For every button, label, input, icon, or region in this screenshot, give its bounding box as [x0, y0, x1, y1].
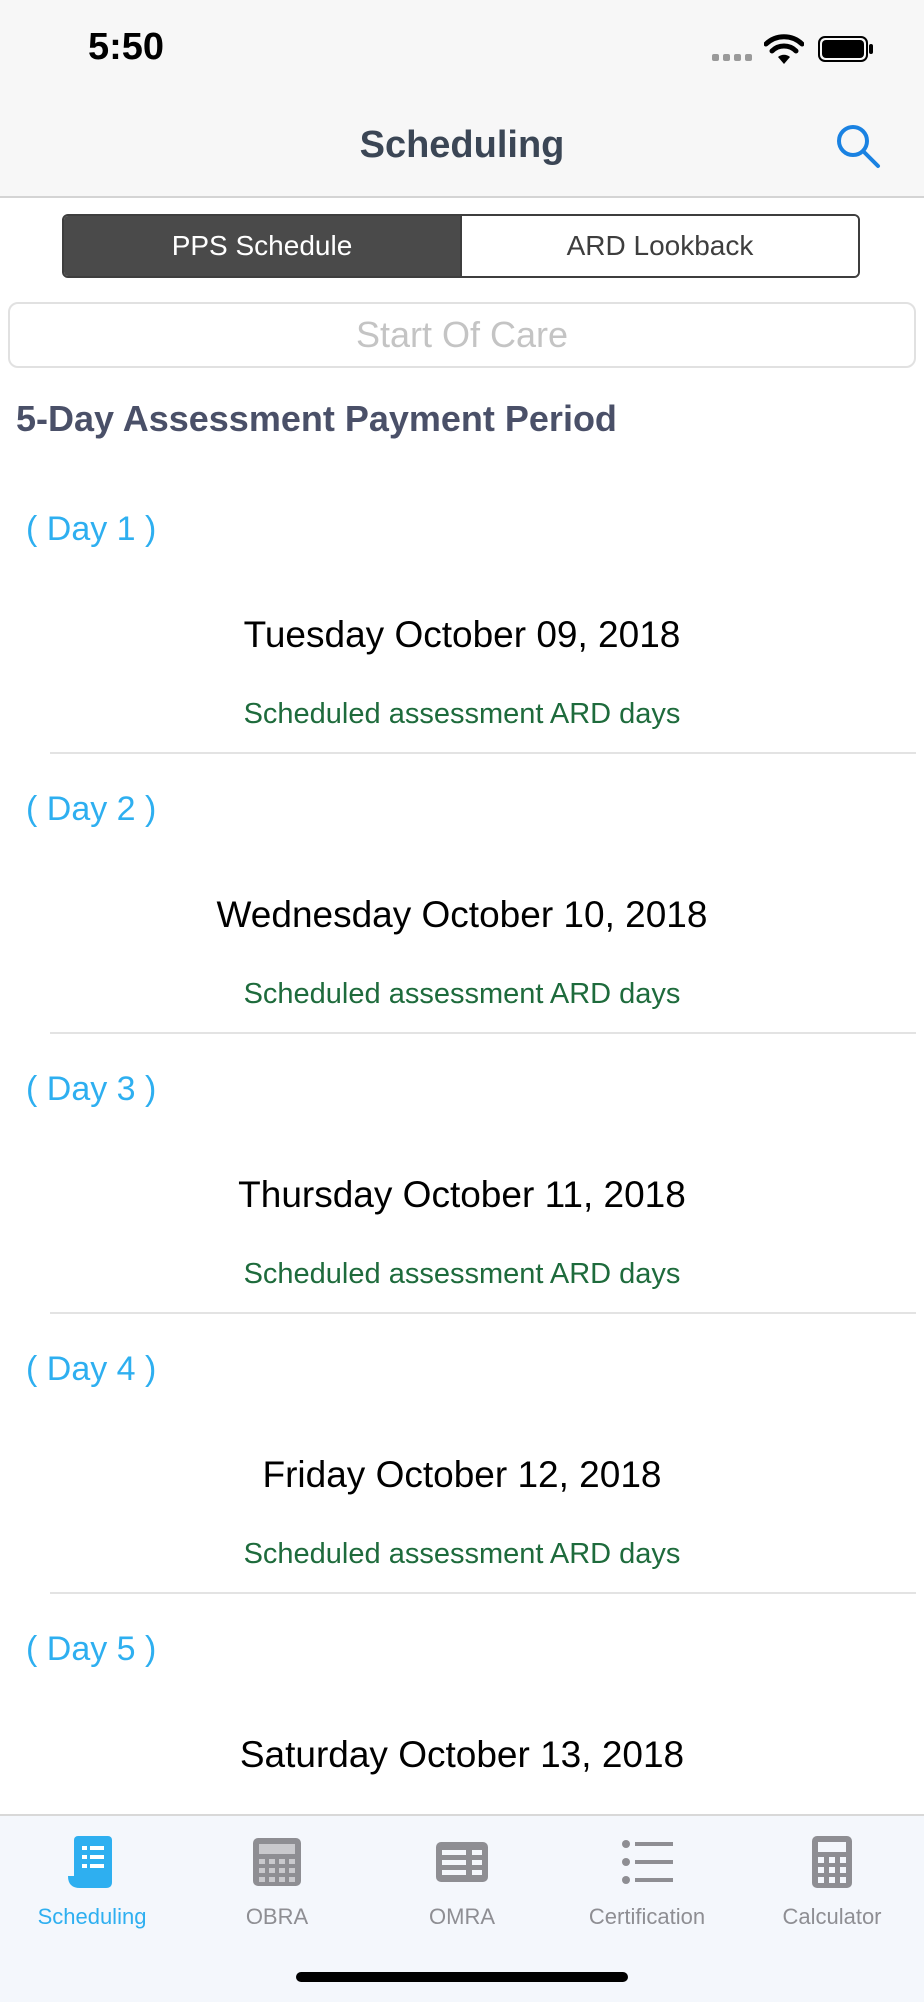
day-note: Scheduled assessment ARD days: [243, 978, 681, 1010]
schedule-segmented-control: PPS Schedule ARD Lookback: [62, 214, 860, 278]
day-date: Friday October 12, 2018: [262, 1454, 662, 1495]
battery-icon: [818, 36, 873, 62]
section-title: 5-Day Assessment Payment Period: [16, 398, 617, 439]
day-note: Scheduled assessment ARD days: [243, 1538, 681, 1570]
day-note: Scheduled assessment ARD days: [243, 1258, 681, 1290]
status-time: 5:50: [88, 26, 165, 68]
segment-pps-schedule[interactable]: PPS Schedule: [64, 216, 460, 276]
calculator-icon: [812, 1836, 852, 1888]
list-item[interactable]: ( Day 1 ) Tuesday October 09, 2018 Sched…: [0, 474, 924, 754]
list-item[interactable]: ( Day 2 ) Wednesday October 10, 2018 Sch…: [0, 754, 924, 1034]
segment-ard-lookback[interactable]: ARD Lookback: [460, 216, 858, 276]
tab-label: Scheduling: [37, 1904, 147, 1929]
list-icon: [622, 1840, 673, 1884]
day-label: ( Day 3 ): [26, 1070, 157, 1108]
list-item[interactable]: ( Day 4 ) Friday October 12, 2018 Schedu…: [0, 1314, 924, 1594]
search-icon[interactable]: [834, 122, 882, 170]
home-indicator: [296, 1972, 628, 1982]
tab-label: OMRA: [429, 1904, 495, 1929]
tab-label: Calculator: [782, 1904, 882, 1929]
wifi-icon: [764, 34, 804, 64]
day-label: ( Day 5 ): [26, 1630, 157, 1668]
nav-bar: Scheduling: [0, 100, 924, 198]
tab-label: OBRA: [245, 1904, 309, 1929]
day-note: Scheduled assessment ARD days: [243, 698, 681, 730]
cellular-signal-icon: [712, 54, 756, 62]
day-date: Saturday October 13, 2018: [239, 1734, 685, 1775]
day-label: ( Day 2 ): [26, 790, 157, 828]
list-item[interactable]: ( Day 3 ) Thursday October 11, 2018 Sche…: [0, 1034, 924, 1314]
start-of-care-field[interactable]: Start Of Care: [8, 302, 916, 368]
day-label: ( Day 1 ): [26, 510, 157, 548]
tab-scheduling[interactable]: Scheduling: [0, 1816, 184, 1946]
day-list: ( Day 1 ) Tuesday October 09, 2018 Sched…: [0, 474, 924, 1874]
tab-certification[interactable]: Certification: [555, 1816, 739, 1946]
form-icon: [436, 1842, 488, 1882]
tab-label: Certification: [588, 1904, 706, 1929]
day-label: ( Day 4 ): [26, 1350, 157, 1388]
status-bar: 5:50: [0, 0, 924, 100]
day-date: Thursday October 11, 2018: [238, 1174, 686, 1215]
tab-obra[interactable]: OBRA: [185, 1816, 369, 1946]
calculator-keypad-icon: [253, 1838, 301, 1886]
day-date: Tuesday October 09, 2018: [243, 614, 681, 655]
tab-calculator[interactable]: Calculator: [740, 1816, 924, 1946]
tab-omra[interactable]: OMRA: [370, 1816, 554, 1946]
day-date: Wednesday October 10, 2018: [216, 894, 708, 935]
scheduling-icon: [68, 1836, 112, 1888]
page-title: Scheduling: [359, 124, 565, 166]
